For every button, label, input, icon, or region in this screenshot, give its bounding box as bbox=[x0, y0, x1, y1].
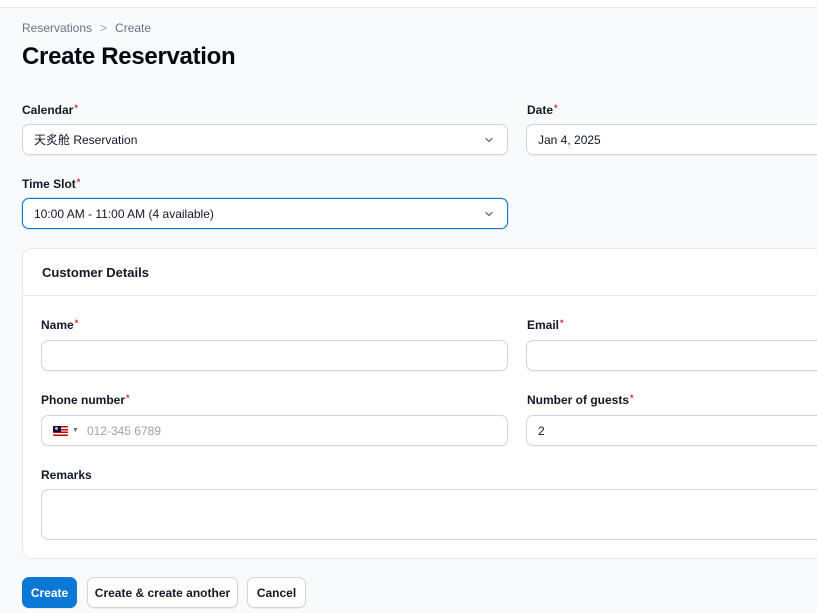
name-label: Name* bbox=[41, 318, 79, 332]
create-another-button[interactable]: Create & create another bbox=[87, 577, 238, 608]
breadcrumb-current: Create bbox=[115, 21, 152, 35]
chevron-down-icon bbox=[482, 207, 496, 221]
section-header: Customer Details bbox=[23, 249, 817, 296]
breadcrumb-reservations-link[interactable]: Reservations bbox=[22, 21, 92, 35]
calendar-select[interactable]: 天炙舱 Reservation bbox=[22, 124, 508, 155]
date-label: Date* bbox=[527, 103, 558, 117]
time-slot-value: 10:00 AM - 11:00 AM (4 available) bbox=[34, 206, 214, 221]
required-marker: * bbox=[74, 318, 79, 328]
required-marker: * bbox=[560, 318, 564, 328]
malaysia-flag-icon bbox=[53, 425, 68, 436]
guests-label: Number of guests* bbox=[527, 393, 634, 407]
calendar-label: Calendar* bbox=[22, 103, 78, 117]
required-marker: * bbox=[630, 393, 634, 403]
chevron-down-icon bbox=[482, 133, 496, 147]
calendar-value: 天炙舱 Reservation bbox=[34, 133, 138, 147]
required-marker: * bbox=[74, 103, 78, 113]
email-label: Email* bbox=[527, 318, 564, 332]
caret-down-icon: ▼ bbox=[72, 427, 79, 434]
time-slot-label: Time Slot* bbox=[22, 177, 81, 191]
required-marker: * bbox=[554, 103, 558, 113]
phone-label: Phone number* bbox=[41, 393, 130, 407]
breadcrumb-separator: > bbox=[100, 21, 108, 35]
required-marker: * bbox=[76, 177, 81, 187]
date-value: Jan 4, 2025 bbox=[538, 132, 601, 147]
date-picker[interactable]: Jan 4, 2025 bbox=[526, 124, 817, 155]
guests-value: 2 bbox=[538, 423, 545, 438]
create-button[interactable]: Create bbox=[22, 577, 77, 608]
phone-input[interactable]: ▼ 012-345 6789 bbox=[41, 415, 508, 446]
remarks-textarea[interactable] bbox=[41, 489, 817, 540]
name-input[interactable] bbox=[41, 340, 508, 371]
page-title: Create Reservation bbox=[22, 43, 236, 70]
guests-input[interactable]: 2 bbox=[526, 415, 817, 446]
time-slot-select[interactable]: 10:00 AM - 11:00 AM (4 available) bbox=[22, 198, 508, 229]
required-marker: * bbox=[126, 393, 130, 403]
email-input[interactable] bbox=[526, 340, 817, 371]
phone-placeholder: 012-345 6789 bbox=[86, 423, 162, 438]
remarks-label: Remarks bbox=[41, 468, 92, 482]
country-selector[interactable]: ▼ bbox=[53, 425, 79, 436]
cancel-button[interactable]: Cancel bbox=[247, 577, 306, 608]
breadcrumb: Reservations > Create bbox=[22, 21, 151, 35]
top-bar bbox=[0, 0, 817, 8]
section-title: Customer Details bbox=[42, 265, 149, 280]
